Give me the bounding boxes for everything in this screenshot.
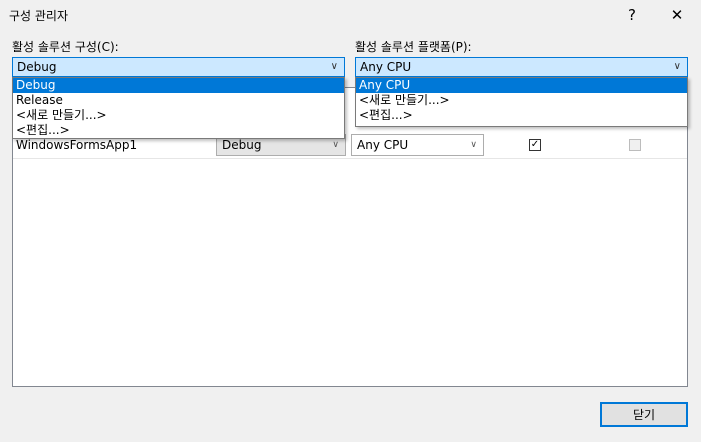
dropdown-option-debug[interactable]: Debug [13, 78, 344, 93]
solution-platform-value: Any CPU [360, 60, 412, 74]
close-dialog-button[interactable]: 닫기 [600, 402, 688, 427]
solution-platform-dropdown-list: Any CPU <새로 만들기...> <편집...> [355, 77, 688, 127]
dropdown-option-release[interactable]: Release [13, 93, 344, 108]
build-checkbox[interactable]: ✓ [529, 139, 541, 151]
project-platform-combobox[interactable]: Any CPU ∨ [351, 134, 484, 156]
deploy-checkbox [629, 139, 641, 151]
window-title: 구성 관리자 [9, 9, 69, 23]
chevron-down-icon: ∨ [673, 61, 681, 72]
project-config-value: Debug [222, 138, 262, 152]
solution-platform-label: 활성 솔루션 플랫폼(P): [355, 40, 472, 54]
solution-config-value: Debug [17, 60, 57, 74]
chevron-down-icon: ∨ [330, 61, 338, 72]
dropdown-option-new[interactable]: <새로 만들기...> [13, 108, 344, 123]
solution-platform-combobox[interactable]: Any CPU ∨ [355, 57, 688, 77]
project-platform-value: Any CPU [357, 138, 409, 152]
project-name-cell: WindowsFormsApp1 [16, 138, 138, 152]
close-window-button[interactable]: ✕ [659, 0, 695, 30]
checkmark-icon: ✓ [530, 139, 540, 150]
dropdown-option-new[interactable]: <새로 만들기...> [356, 93, 687, 108]
dropdown-option-edit[interactable]: <편집...> [356, 108, 687, 123]
solution-config-label: 활성 솔루션 구성(C): [12, 40, 119, 54]
chevron-down-icon: ∨ [470, 140, 477, 150]
solution-config-dropdown-list: Debug Release <새로 만들기...> <편집...> [12, 77, 345, 139]
dropdown-option-any-cpu[interactable]: Any CPU [356, 78, 687, 93]
dropdown-option-edit[interactable]: <편집...> [13, 123, 344, 138]
solution-config-combobox[interactable]: Debug ∨ [12, 57, 345, 77]
help-button[interactable]: ? [614, 0, 650, 30]
